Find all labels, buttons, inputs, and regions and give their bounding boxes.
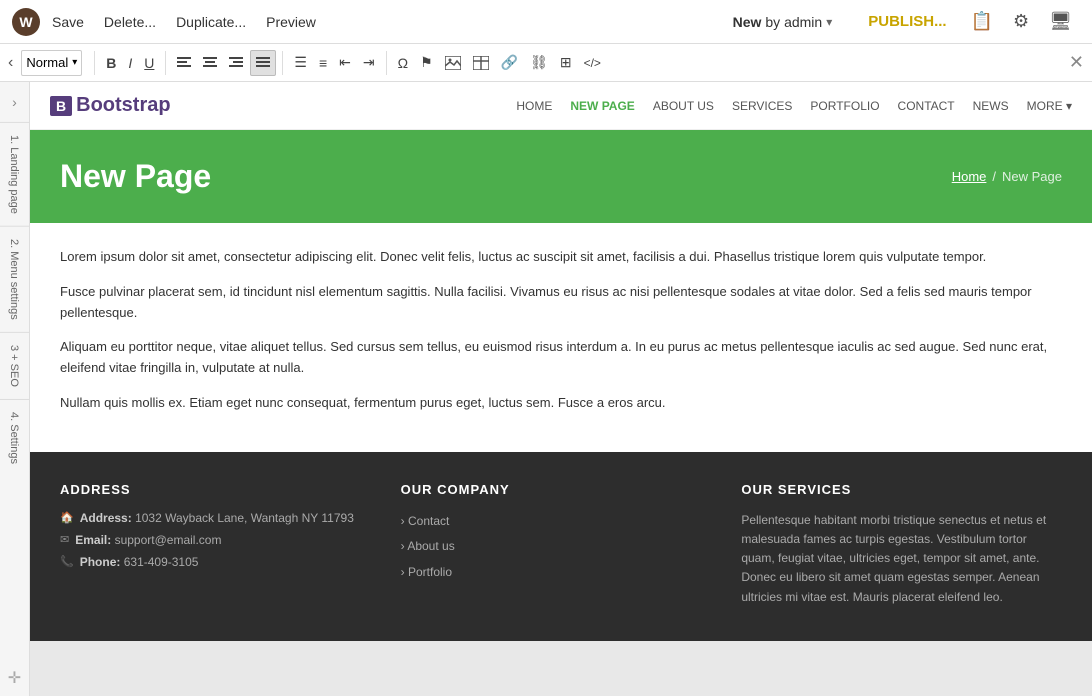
preview-button[interactable]: Preview bbox=[258, 10, 324, 34]
content-para-2: Fusce pulvinar placerat sem, id tincidun… bbox=[60, 282, 1062, 324]
format-arrow: ▾ bbox=[72, 57, 77, 68]
content-section: Lorem ipsum dolor sit amet, consectetur … bbox=[30, 223, 1092, 452]
align-justify-button[interactable] bbox=[250, 50, 276, 76]
sidebar-item-seo[interactable]: 3 + SEO bbox=[0, 332, 29, 399]
page-wrapper: B Bootstrap HOME NEW PAGE ABOUT US SERVI… bbox=[30, 82, 1092, 641]
table-edit-button[interactable] bbox=[468, 50, 494, 76]
footer-email-value: support@email.com bbox=[115, 533, 222, 547]
footer-link-portfolio[interactable]: Portfolio bbox=[401, 562, 722, 584]
bold-button[interactable]: B bbox=[101, 50, 121, 76]
email-icon: ✉ bbox=[60, 533, 69, 546]
sidebar-item-landing[interactable]: 1. Landing page bbox=[0, 122, 29, 226]
footer-link-about[interactable]: About us bbox=[401, 536, 722, 558]
toolbar: ‹ Normal ▾ B I U ☰ ≡ ⇤ ⇥ Ω ⚑ 🔗 ⛓ ⊞ </> ✕ bbox=[0, 44, 1092, 82]
footer-phone-item: 📞 Phone: 631-409-3105 bbox=[60, 555, 381, 569]
left-sidebar: › 1. Landing page 2. Menu settings 3 + S… bbox=[0, 82, 30, 696]
nav-links: HOME NEW PAGE ABOUT US SERVICES PORTFOLI… bbox=[516, 99, 1072, 113]
nav-bar: B Bootstrap HOME NEW PAGE ABOUT US SERVI… bbox=[30, 82, 1092, 130]
footer-address-item: 🏠 Address: 1032 Wayback Lane, Wantagh NY… bbox=[60, 511, 381, 525]
content-para-3: Aliquam eu porttitor neque, vitae alique… bbox=[60, 337, 1062, 379]
document-icon-button[interactable]: 📋 bbox=[963, 7, 1001, 36]
separator-1 bbox=[94, 51, 95, 75]
sidebar-toggle-button[interactable]: › bbox=[8, 90, 21, 114]
sidebar-item-menu[interactable]: 2. Menu settings bbox=[0, 226, 29, 332]
footer-company-title: OUR COMPANY bbox=[401, 482, 722, 497]
align-left-button[interactable] bbox=[172, 50, 196, 76]
status-dropdown-arrow[interactable]: ▾ bbox=[826, 15, 832, 29]
footer-link-contact[interactable]: Contact bbox=[401, 511, 722, 533]
save-button[interactable]: Save bbox=[44, 10, 92, 34]
home-icon: 🏠 bbox=[60, 511, 74, 524]
footer-address-value: 1032 Wayback Lane, Wantagh NY 11793 bbox=[135, 511, 354, 525]
nav-more[interactable]: MORE ▾ bbox=[1027, 99, 1072, 113]
breadcrumb-current: New Page bbox=[1002, 169, 1062, 184]
ol-button[interactable]: ≡ bbox=[314, 50, 332, 76]
image-button[interactable] bbox=[440, 50, 466, 76]
toolbar-close-button[interactable]: ✕ bbox=[1069, 52, 1084, 73]
separator-2 bbox=[165, 51, 166, 75]
sidebar-items: 1. Landing page 2. Menu settings 3 + SEO… bbox=[0, 122, 29, 476]
hero-title: New Page bbox=[60, 158, 952, 195]
omega-button[interactable]: Ω bbox=[393, 50, 413, 76]
top-bar: W Save Delete... Duplicate... Preview Ne… bbox=[0, 0, 1092, 44]
nav-news[interactable]: NEWS bbox=[973, 99, 1009, 113]
collapse-button[interactable]: ‹ bbox=[8, 54, 13, 72]
align-center-button[interactable] bbox=[198, 50, 222, 76]
footer-services-title: OUR SERVICES bbox=[741, 482, 1062, 497]
footer-email-item: ✉ Email: support@email.com bbox=[60, 533, 381, 547]
footer-company-col: OUR COMPANY Contact About us Portfolio bbox=[401, 482, 722, 611]
settings-icon-button[interactable]: ⚙ bbox=[1005, 7, 1037, 36]
nav-home[interactable]: HOME bbox=[516, 99, 552, 113]
format-label: Normal bbox=[26, 55, 68, 70]
format-selector[interactable]: Normal ▾ bbox=[21, 50, 82, 76]
nav-about[interactable]: ABOUT US bbox=[653, 99, 714, 113]
delete-button[interactable]: Delete... bbox=[96, 10, 164, 34]
code-button[interactable]: </> bbox=[579, 50, 606, 76]
main-layout: › 1. Landing page 2. Menu settings 3 + S… bbox=[0, 82, 1092, 696]
outdent-button[interactable]: ⇤ bbox=[334, 50, 356, 76]
footer-address-title: ADDRESS bbox=[60, 482, 381, 497]
brand-name: Bootstrap bbox=[76, 94, 170, 117]
align-right-button[interactable] bbox=[224, 50, 248, 76]
nav-portfolio[interactable]: PORTFOLIO bbox=[810, 99, 879, 113]
footer-address-col: ADDRESS 🏠 Address: 1032 Wayback Lane, Wa… bbox=[60, 482, 381, 611]
flag-button[interactable]: ⚑ bbox=[415, 50, 438, 76]
duplicate-button[interactable]: Duplicate... bbox=[168, 10, 254, 34]
italic-button[interactable]: I bbox=[123, 50, 137, 76]
brand-logo: B Bootstrap bbox=[50, 94, 171, 117]
breadcrumb-home[interactable]: Home bbox=[952, 169, 987, 184]
breadcrumb: Home / New Page bbox=[952, 169, 1062, 184]
footer-phone-value: 631-409-3105 bbox=[124, 555, 199, 569]
hero-section: New Page Home / New Page bbox=[30, 130, 1092, 223]
table-button[interactable]: ⊞ bbox=[555, 50, 577, 76]
footer-services-col: OUR SERVICES Pellentesque habitant morbi… bbox=[741, 482, 1062, 611]
brand-icon: B bbox=[50, 96, 72, 116]
footer-section: ADDRESS 🏠 Address: 1032 Wayback Lane, Wa… bbox=[30, 452, 1092, 641]
phone-icon: 📞 bbox=[60, 555, 74, 568]
content-area[interactable]: B Bootstrap HOME NEW PAGE ABOUT US SERVI… bbox=[30, 82, 1092, 696]
unlink-button[interactable]: ⛓ bbox=[525, 50, 553, 76]
sidebar-item-settings[interactable]: 4. Settings bbox=[0, 399, 29, 476]
drag-handle[interactable]: ✛ bbox=[8, 668, 21, 688]
ul-button[interactable]: ☰ bbox=[289, 50, 312, 76]
breadcrumb-sep: / bbox=[992, 169, 996, 184]
separator-3 bbox=[282, 51, 283, 75]
footer-info: 🏠 Address: 1032 Wayback Lane, Wantagh NY… bbox=[60, 511, 381, 569]
monitor-icon-button[interactable]: 🖥 bbox=[1041, 7, 1080, 36]
content-para-4: Nullam quis mollis ex. Etiam eget nunc c… bbox=[60, 393, 1062, 414]
page-status: New by admin ▾ bbox=[733, 14, 833, 30]
footer-services-text: Pellentesque habitant morbi tristique se… bbox=[741, 511, 1062, 607]
publish-button[interactable]: PUBLISH... bbox=[856, 9, 958, 34]
link-button[interactable]: 🔗 bbox=[496, 50, 523, 76]
nav-contact[interactable]: CONTACT bbox=[898, 99, 955, 113]
separator-4 bbox=[386, 51, 387, 75]
logo: W bbox=[12, 8, 40, 36]
indent-button[interactable]: ⇥ bbox=[358, 50, 380, 76]
content-para-1: Lorem ipsum dolor sit amet, consectetur … bbox=[60, 247, 1062, 268]
nav-services[interactable]: SERVICES bbox=[732, 99, 792, 113]
nav-new-page[interactable]: NEW PAGE bbox=[570, 99, 634, 113]
underline-button[interactable]: U bbox=[139, 50, 159, 76]
